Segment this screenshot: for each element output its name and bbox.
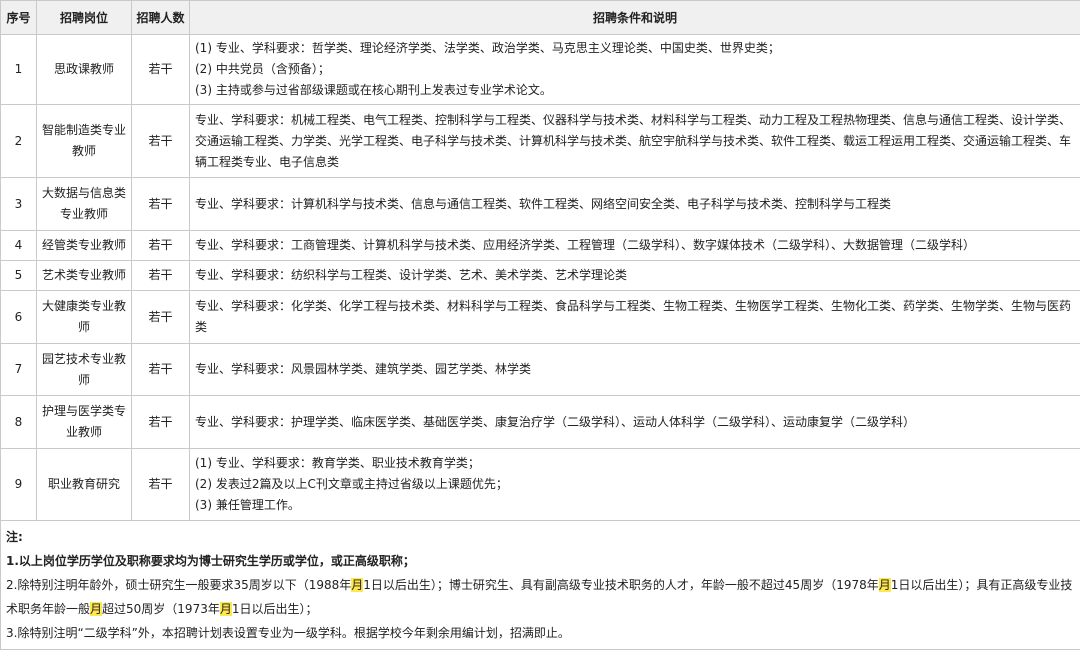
condition-line: (2) 中共党员（含预备）； [195, 59, 1075, 80]
header-count: 招聘人数 [132, 1, 190, 35]
row-post: 思政课教师 [37, 35, 132, 105]
notes-title: 注: [6, 525, 1075, 549]
row-count: 若干 [132, 396, 190, 449]
condition-line: 专业、学科要求：护理学类、临床医学类、基础医学类、康复治疗学（二级学科）、运动人… [195, 412, 1075, 433]
row-no: 1 [1, 35, 37, 105]
row-no: 5 [1, 261, 37, 291]
header-conditions: 招聘条件和说明 [190, 1, 1080, 35]
table-row: 4 经管类专业教师 若干 专业、学科要求：工商管理类、计算机科学与技术类、应用经… [1, 231, 1080, 261]
row-post: 职业教育研究 [37, 449, 132, 521]
highlight-month: 月 [879, 578, 891, 592]
note-2: 2.除特别注明年龄外，硕士研究生一般要求35周岁以下（1988年月1日以后出生）… [6, 573, 1075, 621]
row-no: 8 [1, 396, 37, 449]
row-no: 4 [1, 231, 37, 261]
row-count: 若干 [132, 105, 190, 178]
table-row: 3 大数据与信息类专业教师 若干 专业、学科要求：计算机科学与技术类、信息与通信… [1, 178, 1080, 231]
row-count: 若干 [132, 35, 190, 105]
row-conditions: 专业、学科要求：风景园林学类、建筑学类、园艺学类、林学类 [190, 344, 1080, 396]
row-conditions: 专业、学科要求：工商管理类、计算机科学与技术类、应用经济学类、工程管理（二级学科… [190, 231, 1080, 261]
table-row: 2 智能制造类专业教师 若干 专业、学科要求：机械工程类、电气工程类、控制科学与… [1, 105, 1080, 178]
header-no: 序号 [1, 1, 37, 35]
condition-line: 专业、学科要求：机械工程类、电气工程类、控制科学与工程类、仪器科学与技术类、材料… [195, 110, 1075, 173]
condition-line: (2) 发表过2篇及以上C刊文章或主持过省级以上课题优先； [195, 474, 1075, 495]
note-2-part: 1日以后出生）； [232, 602, 318, 616]
table-row: 7 园艺技术专业教师 若干 专业、学科要求：风景园林学类、建筑学类、园艺学类、林… [1, 344, 1080, 396]
row-conditions: 专业、学科要求：化学类、化学工程与技术类、材料科学与工程类、食品科学与工程类、生… [190, 291, 1080, 344]
condition-line: 专业、学科要求：工商管理类、计算机科学与技术类、应用经济学类、工程管理（二级学科… [195, 235, 1075, 256]
row-conditions: 专业、学科要求：纺织科学与工程类、设计学类、艺术、美术学类、艺术学理论类 [190, 261, 1080, 291]
note-3: 3.除特别注明“二级学科”外，本招聘计划表设置专业为一级学科。根据学校今年剩余用… [6, 621, 1075, 645]
condition-line: 专业、学科要求：化学类、化学工程与技术类、材料科学与工程类、食品科学与工程类、生… [195, 296, 1075, 338]
table-row: 1 思政课教师 若干 (1) 专业、学科要求：哲学类、理论经济学类、法学类、政治… [1, 35, 1080, 105]
condition-line: 专业、学科要求：纺织科学与工程类、设计学类、艺术、美术学类、艺术学理论类 [195, 265, 1075, 286]
table-row: 5 艺术类专业教师 若干 专业、学科要求：纺织科学与工程类、设计学类、艺术、美术… [1, 261, 1080, 291]
table-row: 9 职业教育研究 若干 (1) 专业、学科要求：教育学类、职业技术教育学类； (… [1, 449, 1080, 521]
row-post: 经管类专业教师 [37, 231, 132, 261]
condition-line: (3) 兼任管理工作。 [195, 495, 1075, 516]
condition-line: 专业、学科要求：风景园林学类、建筑学类、园艺学类、林学类 [195, 359, 1075, 380]
note-2-part: 超过50周岁（1973年 [102, 602, 220, 616]
row-no: 9 [1, 449, 37, 521]
table-header-row: 序号 招聘岗位 招聘人数 招聘条件和说明 [1, 1, 1080, 35]
condition-line: (3) 主持或参与过省部级课题或在核心期刊上发表过专业学术论文。 [195, 80, 1075, 101]
row-count: 若干 [132, 449, 190, 521]
highlight-month: 月 [220, 602, 232, 616]
condition-line: (1) 专业、学科要求：哲学类、理论经济学类、法学类、政治学类、马克思主义理论类… [195, 38, 1075, 59]
row-no: 3 [1, 178, 37, 231]
row-count: 若干 [132, 344, 190, 396]
recruitment-table: 序号 招聘岗位 招聘人数 招聘条件和说明 1 思政课教师 若干 (1) 专业、学… [0, 0, 1080, 650]
row-conditions: 专业、学科要求：护理学类、临床医学类、基础医学类、康复治疗学（二级学科）、运动人… [190, 396, 1080, 449]
table-row: 8 护理与医学类专业教师 若干 专业、学科要求：护理学类、临床医学类、基础医学类… [1, 396, 1080, 449]
highlight-month: 月 [90, 602, 102, 616]
table-row: 6 大健康类专业教师 若干 专业、学科要求：化学类、化学工程与技术类、材料科学与… [1, 291, 1080, 344]
row-no: 2 [1, 105, 37, 178]
row-post: 智能制造类专业教师 [37, 105, 132, 178]
row-post: 园艺技术专业教师 [37, 344, 132, 396]
row-post: 护理与医学类专业教师 [37, 396, 132, 449]
condition-line: (1) 专业、学科要求：教育学类、职业技术教育学类； [195, 453, 1075, 474]
note-2-part: 2.除特别注明年龄外，硕士研究生一般要求35周岁以下（1988年 [6, 578, 351, 592]
row-conditions: (1) 专业、学科要求：哲学类、理论经济学类、法学类、政治学类、马克思主义理论类… [190, 35, 1080, 105]
row-conditions: 专业、学科要求：机械工程类、电气工程类、控制科学与工程类、仪器科学与技术类、材料… [190, 105, 1080, 178]
row-post: 大健康类专业教师 [37, 291, 132, 344]
row-post: 艺术类专业教师 [37, 261, 132, 291]
header-post: 招聘岗位 [37, 1, 132, 35]
row-conditions: (1) 专业、学科要求：教育学类、职业技术教育学类； (2) 发表过2篇及以上C… [190, 449, 1080, 521]
row-no: 6 [1, 291, 37, 344]
row-count: 若干 [132, 178, 190, 231]
note-1: 1.以上岗位学历学位及职称要求均为博士研究生学历或学位，或正高级职称； [6, 549, 1075, 573]
row-no: 7 [1, 344, 37, 396]
notes-row: 注: 1.以上岗位学历学位及职称要求均为博士研究生学历或学位，或正高级职称； 2… [1, 521, 1080, 650]
note-2-part: 1日以后出生）；博士研究生、具有副高级专业技术职务的人才，年龄一般不超过45周岁… [363, 578, 878, 592]
row-conditions: 专业、学科要求：计算机科学与技术类、信息与通信工程类、软件工程类、网络空间安全类… [190, 178, 1080, 231]
notes-cell: 注: 1.以上岗位学历学位及职称要求均为博士研究生学历或学位，或正高级职称； 2… [1, 521, 1080, 650]
row-count: 若干 [132, 261, 190, 291]
row-count: 若干 [132, 231, 190, 261]
row-count: 若干 [132, 291, 190, 344]
row-post: 大数据与信息类专业教师 [37, 178, 132, 231]
condition-line: 专业、学科要求：计算机科学与技术类、信息与通信工程类、软件工程类、网络空间安全类… [195, 194, 1075, 215]
highlight-month: 月 [351, 578, 363, 592]
